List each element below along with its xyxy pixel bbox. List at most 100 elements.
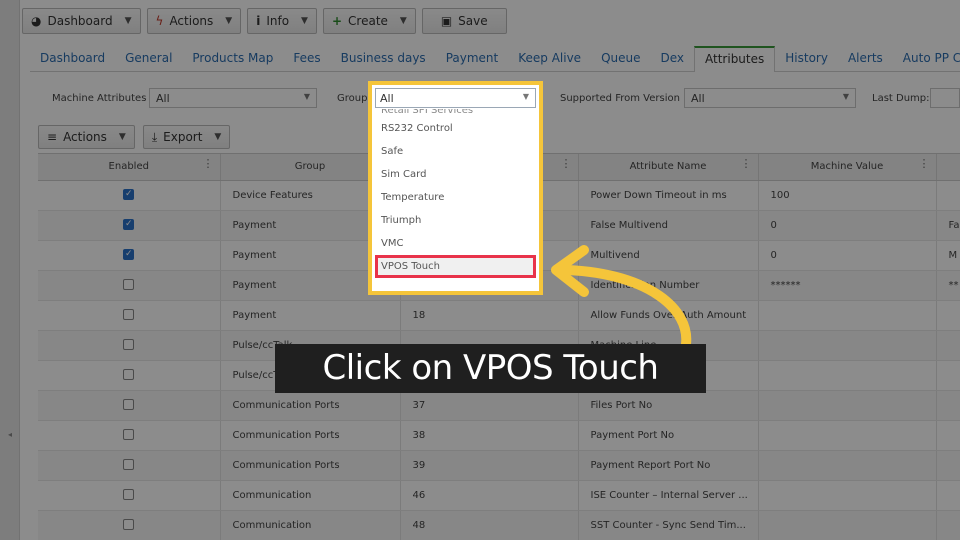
table-row[interactable]: Payment 18 Allow Funds Over Auth Amount — [38, 300, 960, 331]
dashboard-label: Dashboard — [47, 14, 113, 28]
group-option[interactable]: RS232 Control — [375, 117, 536, 140]
column-machine-value[interactable]: Machine Value ⋮ — [758, 154, 937, 181]
enabled-cell — [38, 450, 221, 481]
machine-attributes-label: Machine Attributes — [52, 93, 147, 104]
extra-cell: ** — [936, 270, 960, 301]
group-cell: Payment — [220, 300, 401, 331]
enabled-checkbox[interactable]: ✓ — [123, 219, 135, 231]
machine-value-cell: 100 — [758, 180, 937, 211]
tab-dex[interactable]: Dex — [651, 51, 695, 71]
table-row[interactable]: Communication Ports 39 Payment Report Port… — [38, 450, 960, 481]
enabled-cell — [38, 480, 221, 511]
tab-alerts[interactable]: Alerts — [838, 51, 893, 71]
tab-attributes[interactable]: Attributes — [694, 46, 776, 72]
enabled-cell: ✓ — [38, 210, 221, 241]
grid-actions-bar: ≡ Actions ▼ ⤓ Export ▼ — [38, 125, 231, 149]
enabled-checkbox[interactable] — [123, 369, 135, 381]
group-select-value: All — [380, 92, 394, 105]
hamburger-icon: ≡ — [47, 130, 58, 144]
machine-value-cell — [758, 360, 937, 391]
column-enabled[interactable]: Enabled ⋮ — [38, 154, 221, 181]
tab-history[interactable]: History — [775, 51, 838, 71]
attribute-name-cell: Files Port No — [578, 390, 759, 421]
extra-cell — [936, 510, 960, 540]
plus-icon: + — [331, 14, 343, 28]
save-button[interactable]: ▣ Save — [421, 8, 507, 34]
dashboard-button[interactable]: ◕ Dashboard ▼ — [22, 8, 141, 34]
group-option[interactable]: Sim Card — [375, 163, 536, 186]
machine-value-cell — [758, 330, 937, 361]
enabled-checkbox[interactable] — [123, 489, 135, 501]
enabled-checkbox[interactable] — [123, 399, 135, 411]
supported-version-value: All — [691, 92, 705, 105]
info-label: Info — [266, 14, 290, 28]
enabled-checkbox[interactable]: ✓ — [123, 189, 135, 201]
enabled-cell — [38, 390, 221, 421]
group-option[interactable]: Safe — [375, 140, 536, 163]
attribute-name-cell: Power Down Timeout in ms — [578, 180, 759, 211]
tab-fees[interactable]: Fees — [283, 51, 330, 71]
tab-products-map[interactable]: Products Map — [182, 51, 283, 71]
tab-auto-pp-cards[interactable]: Auto PP Cards — [893, 51, 960, 71]
enabled-checkbox[interactable] — [123, 519, 135, 531]
column-menu-icon[interactable]: ⋮ — [561, 157, 572, 170]
enabled-checkbox[interactable] — [123, 459, 135, 471]
tab-keep-alive[interactable]: Keep Alive — [508, 51, 591, 71]
extra-cell — [936, 330, 960, 361]
caret-down-icon: ▼ — [399, 16, 407, 26]
enabled-checkbox[interactable] — [123, 309, 135, 321]
column-extra[interactable] — [936, 154, 960, 181]
id-cell: 46 — [400, 480, 579, 511]
enabled-checkbox[interactable] — [123, 279, 135, 291]
column-menu-icon[interactable]: ⋮ — [203, 157, 214, 170]
caret-down-icon: ▼ — [124, 16, 132, 26]
group-option-partial[interactable]: Retail SPI Services — [375, 109, 536, 117]
dropdown-arrow-icon: ▼ — [842, 92, 849, 101]
last-dump-input[interactable] — [930, 88, 960, 108]
machine-attributes-value: All — [156, 92, 170, 105]
actions-label: Actions — [169, 14, 214, 28]
enabled-checkbox[interactable]: ✓ — [123, 249, 135, 261]
group-label: Group — [337, 93, 368, 104]
extra-cell: Fa — [936, 210, 960, 241]
group-option[interactable]: VMC — [375, 232, 536, 255]
group-option[interactable]: Temperature — [375, 186, 536, 209]
attribute-name-cell: ISE Counter – Internal Server ... — [578, 480, 759, 511]
table-row[interactable]: Communication Ports 38 Payment Port No — [38, 420, 960, 451]
export-button[interactable]: ⤓ Export ▼ — [142, 125, 231, 149]
table-row[interactable]: Communication 48 SST Counter - Sync Send T… — [38, 510, 960, 540]
enabled-checkbox[interactable] — [123, 339, 135, 351]
column-attribute-name[interactable]: Attribute Name ⋮ — [578, 154, 759, 181]
table-row[interactable]: Communication 46 ISE Counter – Internal Se… — [38, 480, 960, 511]
supported-version-label: Supported From Version — [560, 93, 680, 104]
grid-actions-button[interactable]: ≡ Actions ▼ — [38, 125, 135, 149]
id-cell: 48 — [400, 510, 579, 540]
machine-attributes-select[interactable]: All ▼ — [149, 88, 317, 108]
group-cell: Communication Ports — [220, 450, 401, 481]
group-option-vpos-touch[interactable]: VPOS Touch — [375, 255, 536, 278]
collapse-handle-icon[interactable]: ◂ — [8, 430, 12, 439]
info-menu-button[interactable]: i Info ▼ — [247, 8, 317, 34]
column-menu-icon[interactable]: ⋮ — [919, 157, 930, 170]
group-cell: Communication — [220, 510, 401, 540]
caret-down-icon: ▼ — [118, 132, 126, 142]
tab-general[interactable]: General — [115, 51, 182, 71]
tab-dashboard[interactable]: Dashboard — [30, 51, 115, 71]
group-option[interactable]: Triumph — [375, 209, 536, 232]
tab-queue[interactable]: Queue — [591, 51, 650, 71]
machine-value-cell — [758, 510, 937, 540]
group-select[interactable]: All ▼ — [375, 88, 536, 108]
attribute-name-cell: Payment Port No — [578, 420, 759, 451]
enabled-cell — [38, 330, 221, 361]
create-menu-button[interactable]: + Create ▼ — [322, 8, 416, 34]
tab-payment[interactable]: Payment — [436, 51, 509, 71]
actions-menu-button[interactable]: ϟ Actions ▼ — [146, 8, 242, 34]
extra-cell — [936, 360, 960, 391]
table-row[interactable]: Communication Ports 37 Files Port No — [38, 390, 960, 421]
attribute-name-cell: False Multivend — [578, 210, 759, 241]
tab-business-days[interactable]: Business days — [331, 51, 436, 71]
enabled-checkbox[interactable] — [123, 429, 135, 441]
supported-version-select[interactable]: All ▼ — [684, 88, 856, 108]
column-menu-icon[interactable]: ⋮ — [741, 157, 752, 170]
export-label: Export — [163, 130, 203, 144]
